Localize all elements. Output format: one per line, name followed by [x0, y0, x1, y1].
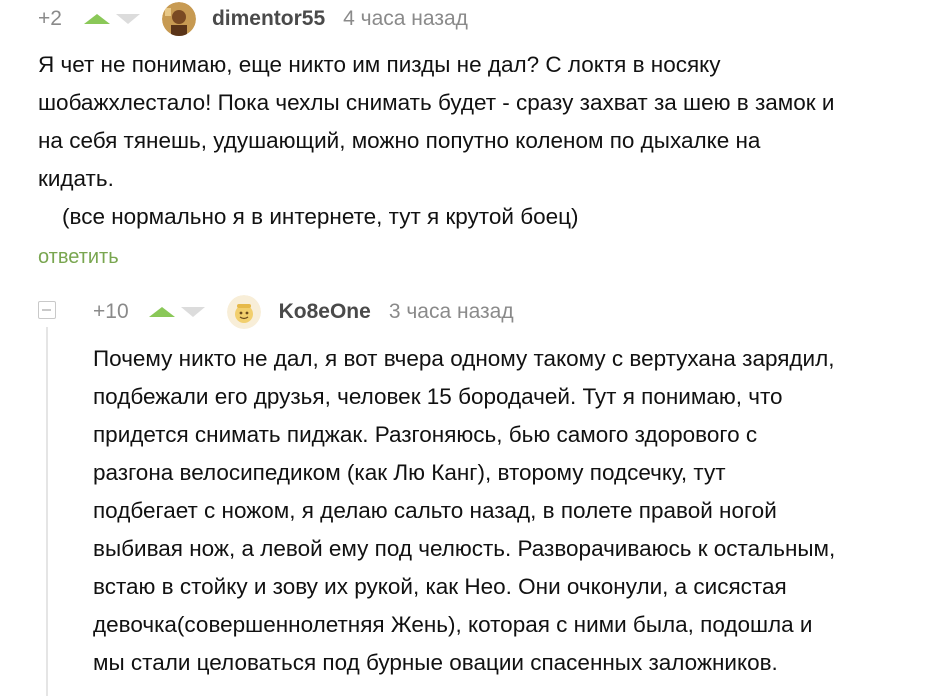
username[interactable]: Ko8eOne	[279, 300, 371, 324]
comments-page: +2 dimentor55 4 часа назад Я чет не пони…	[0, 0, 947, 696]
comment-rating: +10	[93, 300, 129, 323]
comment-body: Почему никто не дал, я вот вчера одному …	[93, 340, 835, 682]
comment-text-line: шобажхлестало! Пока чехлы снимать будет …	[38, 90, 835, 115]
comment-body: Я чет не понимаю, еще никто им пизды не …	[38, 46, 834, 236]
avatar-image-icon	[226, 295, 261, 329]
comment-text-line: разгона велосипедиком (как Лю Канг), вто…	[93, 460, 726, 485]
upvote-arrow-icon[interactable]	[148, 307, 175, 317]
comment-time: 3 часа назад	[388, 300, 514, 323]
comment-header: +2 dimentor55 4 часа назад	[38, 2, 468, 36]
downvote-arrow-icon[interactable]	[115, 14, 140, 24]
comment-text-line: выбивая нож, а левой ему под челюсть. Ра…	[93, 536, 836, 561]
comment-text-line: мы стали целоваться под бурные овации сп…	[93, 650, 778, 675]
collapse-minus-icon[interactable]	[38, 301, 56, 319]
comment-text-line: Я чет не понимаю, еще никто им пизды не …	[38, 52, 721, 77]
avatar[interactable]	[161, 2, 196, 36]
comment-text-line: придется снимать пиджак. Разгоняюсь, бью…	[93, 422, 758, 447]
avatar[interactable]	[226, 295, 261, 329]
comment-text-line: встаю в стойку и зову их рукой, как Нео.…	[93, 574, 787, 599]
comment-text-line: девочка(совершеннолетняя Жень), которая …	[93, 612, 813, 637]
username[interactable]: dimentor55	[212, 7, 325, 31]
comment-time: 4 часа назад	[343, 7, 468, 30]
comment-text-line: на себя тянешь, удушающий, можно попутно…	[38, 128, 761, 153]
comment-header: +10 Ko8eOne 3 часа назад	[93, 295, 514, 329]
comment-rating: +2	[38, 7, 62, 30]
avatar-image-icon	[161, 2, 196, 36]
comment-text-line: Почему никто не дал, я вот вчера одному …	[93, 346, 835, 371]
comment-text-line: кидать.	[38, 166, 114, 191]
comment-text-line: (все нормально я в интернете, тут я крут…	[62, 204, 579, 229]
thread-line	[46, 327, 48, 696]
comment-text-line: подбегает с ножом, я делаю сальто назад,…	[93, 498, 777, 523]
reply-link[interactable]: ответить	[38, 246, 119, 269]
upvote-arrow-icon[interactable]	[83, 14, 110, 24]
comment-text-line: подбежали его друзья, человек 15 бородач…	[93, 384, 783, 409]
downvote-arrow-icon[interactable]	[180, 307, 205, 317]
